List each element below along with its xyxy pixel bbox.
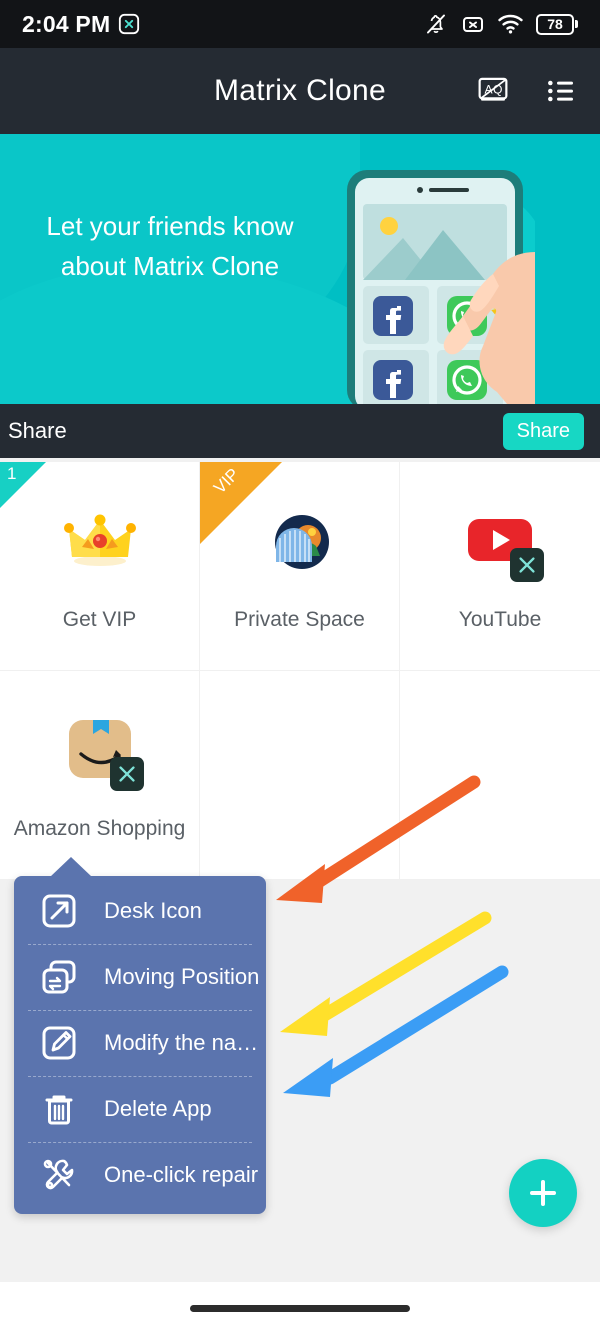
share-button[interactable]: Share [502, 412, 584, 450]
share-promo-banner[interactable]: Let your friends know about Matrix Clone [0, 134, 600, 404]
close-circle-icon [119, 13, 140, 35]
svg-text:Q: Q [493, 82, 502, 96]
grid-cell-empty-1 [200, 671, 400, 880]
arrow-yellow [280, 911, 492, 1036]
plus-icon [530, 1180, 556, 1206]
translate-icon[interactable]: A Q [472, 70, 514, 112]
private-space-icon [262, 502, 338, 578]
banner-text-line2: about Matrix Clone [60, 251, 280, 281]
clone-badge-icon [510, 548, 544, 582]
context-menu-item-label: Delete App [104, 1096, 212, 1121]
grid-cell-label: YouTube [458, 608, 542, 631]
grid-cell-private-space[interactable]: VIP Private Space [200, 462, 400, 671]
status-bar-left: 2:04 PM [22, 11, 140, 38]
phone-illustration [347, 170, 535, 404]
move-copy-icon [36, 954, 82, 1000]
clone-badge-icon [109, 757, 144, 791]
wrench-screwdriver-icon [36, 1152, 82, 1198]
system-navigation-bar [0, 1282, 600, 1334]
x-box-icon [463, 17, 483, 32]
app-bar: Matrix Clone A Q [0, 48, 600, 134]
grid-cell-label: Private Space [234, 608, 365, 631]
context-menu-item-moving-position[interactable]: Moving Position [14, 944, 266, 1010]
banner-text-line1: Let your friends know [46, 211, 294, 241]
context-menu-item-label: Modify the na… [104, 1030, 259, 1055]
context-menu-item-desk-icon[interactable]: Desk Icon [14, 878, 266, 944]
grid-cell-label: Amazon Shopping [13, 817, 186, 840]
status-bar: 2:04 PM 78 [0, 0, 600, 48]
grid-cell-label: Get VIP [62, 608, 137, 631]
grid-cell-amazon-shopping[interactable]: Amazon Shopping [0, 671, 200, 880]
app-context-menu: Desk Icon Moving Position Modify the na…… [14, 857, 266, 1214]
phone-screen: 2:04 PM 78 Matrix Clone A Q Let your fri… [0, 0, 600, 1334]
grid-cell-youtube[interactable]: YouTube [400, 462, 600, 671]
battery-indicator: 78 [536, 13, 578, 35]
battery-percent: 78 [547, 16, 563, 32]
share-bar: Share Share [0, 404, 600, 458]
amazon-icon [62, 711, 144, 791]
banner-text: Let your friends know about Matrix Clone [0, 206, 340, 286]
grid-cell-empty-2 [400, 671, 600, 880]
arrow-blue [283, 965, 509, 1097]
context-menu-caret [50, 857, 92, 877]
edit-pencil-icon [36, 1020, 82, 1066]
gesture-home-pill[interactable] [190, 1304, 410, 1312]
list-menu-icon[interactable] [540, 70, 582, 112]
wifi-icon [498, 14, 523, 34]
status-bar-right: 78 [424, 12, 578, 36]
app-grid: 1 Get VIP VIP Private Space YouTube Amaz… [0, 462, 600, 880]
context-menu-item-modify-name[interactable]: Modify the na… [14, 1010, 266, 1076]
add-app-button[interactable] [509, 1159, 577, 1227]
context-menu-item-label: Desk Icon [104, 898, 202, 923]
context-menu-item-one-click-repair[interactable]: One-click repair [14, 1142, 266, 1208]
context-menu-item-label: Moving Position [104, 964, 260, 989]
app-bar-actions: A Q [472, 70, 582, 112]
status-time: 2:04 PM [22, 10, 111, 37]
trash-icon [36, 1086, 82, 1132]
crown-icon [62, 502, 138, 578]
bell-muted-icon [427, 14, 445, 34]
context-menu-item-delete-app[interactable]: Delete App [14, 1076, 266, 1142]
external-link-icon [36, 888, 82, 934]
youtube-icon [462, 502, 544, 582]
grid-cell-get-vip[interactable]: 1 Get VIP [0, 462, 200, 671]
share-bar-label: Share [8, 418, 67, 443]
count-badge-label: 1 [7, 464, 17, 483]
context-menu-item-label: One-click repair [104, 1162, 259, 1187]
